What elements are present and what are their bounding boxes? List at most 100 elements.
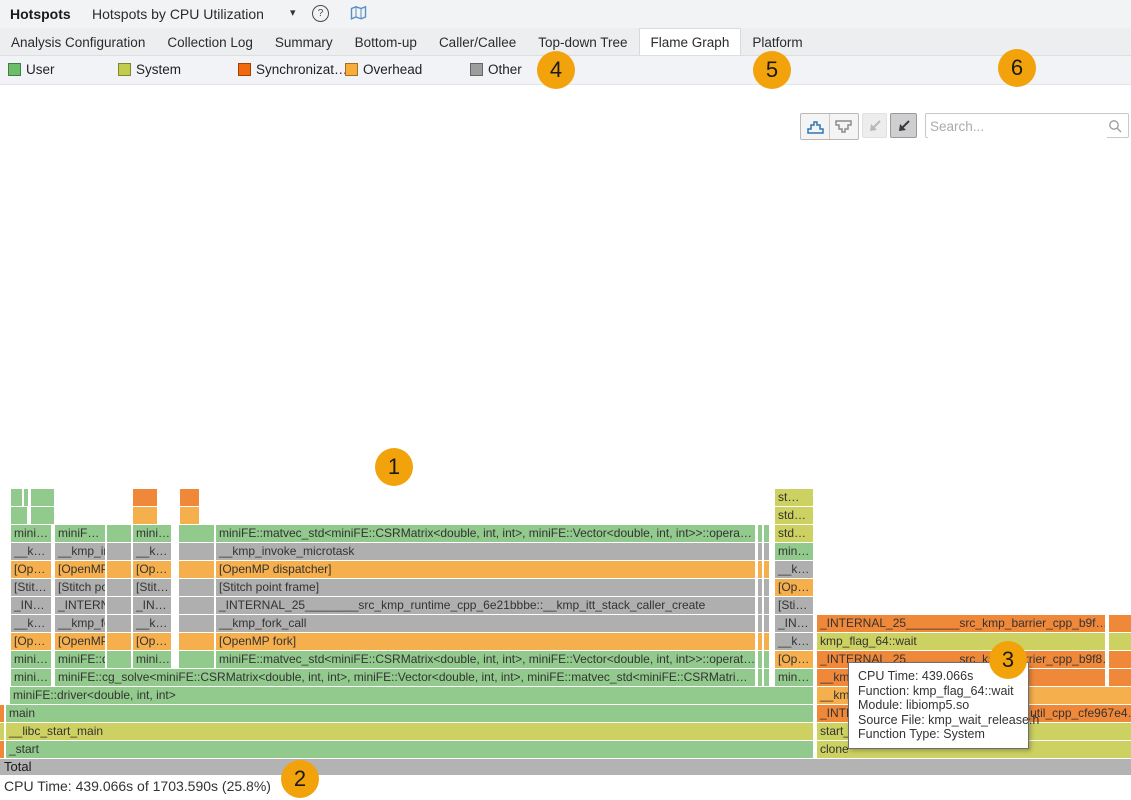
flame-cell[interactable]: __kmp_fork_call <box>216 615 755 632</box>
flame-cell[interactable]: st… <box>775 489 813 506</box>
flame-cell[interactable]: _INTERNAL_25________src_kmp_barrier_cpp_… <box>817 615 1105 632</box>
flame-cell[interactable] <box>107 543 131 560</box>
flame-chart-button[interactable] <box>801 114 829 139</box>
flame-cell[interactable] <box>764 669 769 686</box>
flame-cell[interactable] <box>31 507 54 524</box>
flame-cell[interactable] <box>758 651 762 668</box>
flame-cell[interactable] <box>764 597 769 614</box>
flame-cell[interactable] <box>0 705 4 722</box>
flame-cell[interactable] <box>1109 633 1131 650</box>
flame-cell[interactable]: std… <box>775 525 813 542</box>
flame-cell[interactable] <box>11 507 27 524</box>
flame-cell[interactable]: miniF… <box>55 525 105 542</box>
caret-down-icon[interactable]: ▾ <box>290 6 296 19</box>
flame-cell[interactable]: __libc_start_main <box>6 723 813 740</box>
flame-cell[interactable] <box>107 561 131 578</box>
flame-cell[interactable]: mini… <box>11 525 51 542</box>
flame-cell[interactable]: [Op… <box>133 561 171 578</box>
flame-cell[interactable] <box>179 615 214 632</box>
flame-cell[interactable]: [OpenMP … <box>55 561 105 578</box>
flame-cell[interactable]: [Op… <box>775 579 813 596</box>
arrow-collapse-button-active[interactable] <box>890 113 917 138</box>
flame-cell[interactable] <box>107 597 131 614</box>
flame-cell[interactable]: __kmp_invoke_microtask <box>216 543 755 560</box>
flame-cell[interactable] <box>107 615 131 632</box>
flame-cell[interactable]: std… <box>775 507 813 524</box>
flame-cell[interactable]: _start <box>6 741 813 758</box>
flame-cell[interactable]: __kmp_inv… <box>55 543 105 560</box>
flame-cell[interactable]: _INTERNAL_25________src_kmp_runtime_cpp_… <box>216 597 755 614</box>
flame-cell[interactable]: _IN… <box>133 597 171 614</box>
flame-cell[interactable]: __k… <box>133 543 171 560</box>
flame-cell[interactable]: mini… <box>133 525 171 542</box>
flame-cell[interactable] <box>758 543 762 560</box>
flame-cell[interactable]: mini… <box>133 651 171 668</box>
flame-cell[interactable] <box>133 489 157 506</box>
tab-flame-graph[interactable]: Flame Graph <box>639 28 742 55</box>
map-icon[interactable] <box>350 5 367 26</box>
flame-cell[interactable]: mini… <box>11 669 51 686</box>
flame-cell[interactable]: [Op… <box>775 651 813 668</box>
flame-cell[interactable]: [Op… <box>133 633 171 650</box>
flame-cell[interactable] <box>758 669 762 686</box>
icicle-chart-button[interactable] <box>829 114 857 139</box>
flame-cell[interactable] <box>179 579 214 596</box>
flame-cell[interactable] <box>764 543 769 560</box>
flame-cell[interactable]: [OpenMP f… <box>55 633 105 650</box>
flame-cell[interactable] <box>1109 651 1131 668</box>
flame-cell[interactable]: [Op… <box>11 561 51 578</box>
flame-cell[interactable] <box>758 525 762 542</box>
flame-cell[interactable]: __k… <box>775 633 813 650</box>
flame-cell[interactable]: _INTERN… <box>55 597 105 614</box>
flame-cell[interactable]: min… <box>775 669 813 686</box>
flame-cell[interactable] <box>764 525 769 542</box>
flame-cell[interactable] <box>764 579 769 596</box>
flame-cell[interactable]: _IN… <box>775 615 813 632</box>
search-input[interactable] <box>928 115 1107 138</box>
flame-cell[interactable]: min… <box>775 543 813 560</box>
flame-cell[interactable] <box>107 651 131 668</box>
flame-cell[interactable] <box>1109 669 1131 686</box>
flame-cell[interactable] <box>179 597 214 614</box>
viewpoint-title[interactable]: Hotspots by CPU Utilization <box>92 6 264 22</box>
flame-cell[interactable]: [Op… <box>11 633 51 650</box>
tab-collection-log[interactable]: Collection Log <box>156 29 264 56</box>
tab-analysis-configuration[interactable]: Analysis Configuration <box>0 29 156 56</box>
flame-cell[interactable]: _IN… <box>11 597 51 614</box>
tab-top-down-tree[interactable]: Top-down Tree <box>527 29 638 56</box>
flame-cell[interactable]: main <box>6 705 813 722</box>
flame-cell[interactable]: __kmp_for… <box>55 615 105 632</box>
flame-cell[interactable] <box>0 741 4 758</box>
flame-cell[interactable] <box>764 561 769 578</box>
flame-cell[interactable]: __k… <box>11 543 51 560</box>
flame-cell[interactable]: kmp_flag_64::wait <box>817 633 1105 650</box>
flame-cell[interactable] <box>758 597 762 614</box>
flame-cell[interactable] <box>107 525 131 542</box>
flame-cell[interactable]: [Stitch point frame] <box>216 579 755 596</box>
tab-summary[interactable]: Summary <box>264 29 344 56</box>
flame-cell[interactable] <box>758 579 762 596</box>
tab-bottom-up[interactable]: Bottom-up <box>344 29 428 56</box>
flame-cell[interactable] <box>180 489 199 506</box>
flame-cell[interactable]: [OpenMP fork] <box>216 633 755 650</box>
flame-cell[interactable]: miniFE::driver<double, int, int> <box>10 687 813 704</box>
flame-cell[interactable]: miniFE::matvec_std<miniFE::CSRMatrix<dou… <box>216 651 755 668</box>
flame-cell[interactable]: __k… <box>133 615 171 632</box>
help-icon[interactable]: ? <box>312 5 329 22</box>
flame-cell[interactable] <box>179 561 214 578</box>
flame-cell[interactable] <box>24 489 28 506</box>
flame-cell[interactable] <box>180 507 199 524</box>
tab-caller-callee[interactable]: Caller/Callee <box>428 29 527 56</box>
flame-cell[interactable]: [Sti… <box>775 597 813 614</box>
flame-cell[interactable]: __k… <box>11 615 51 632</box>
flame-cell[interactable] <box>31 489 54 506</box>
flame-cell[interactable] <box>179 543 214 560</box>
flame-cell[interactable]: [Stit… <box>133 579 171 596</box>
flame-cell[interactable]: [OpenMP dispatcher] <box>216 561 755 578</box>
flame-cell[interactable] <box>179 525 214 542</box>
flame-cell[interactable] <box>1109 615 1131 632</box>
flame-cell[interactable] <box>758 615 762 632</box>
flame-cell[interactable] <box>764 633 769 650</box>
flame-cell[interactable] <box>0 723 4 740</box>
flame-cell[interactable] <box>764 615 769 632</box>
